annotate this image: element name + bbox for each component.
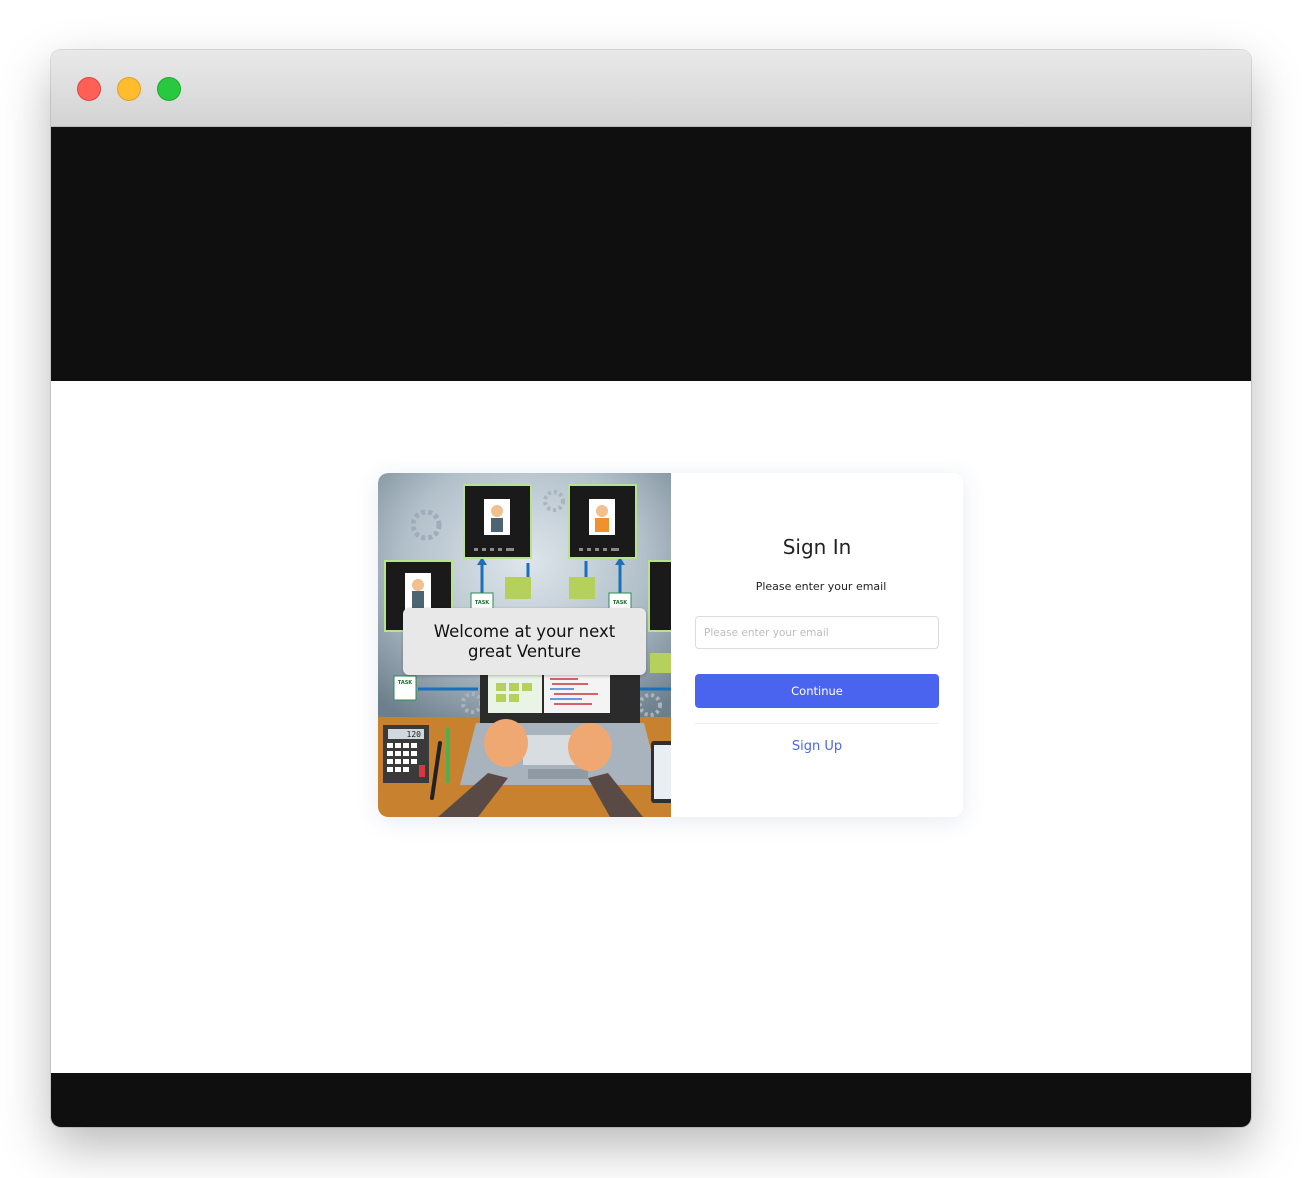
signin-subtitle: Please enter your email	[755, 580, 887, 593]
close-icon[interactable]	[77, 77, 101, 101]
divider	[695, 723, 939, 724]
email-field[interactable]	[695, 616, 939, 649]
page-title: Sign In	[782, 535, 852, 559]
maximize-icon[interactable]	[157, 77, 181, 101]
continue-button[interactable]: Continue	[695, 674, 939, 708]
page-content: TASK TASK TASK 120 Welcome at your next …	[51, 381, 1251, 1073]
remote-work-illustration: TASK TASK TASK 120 Welcome at your next …	[378, 473, 671, 817]
window-titlebar	[51, 50, 1251, 127]
browser-window: TASK TASK TASK 120 Welcome at your next …	[51, 50, 1251, 1127]
task-label: TASK	[398, 680, 413, 686]
signin-card: TASK TASK TASK 120 Welcome at your next …	[378, 473, 963, 817]
signup-link[interactable]: Sign Up	[671, 739, 963, 754]
header-band	[51, 127, 1251, 381]
welcome-message: Welcome at your next great Venture	[403, 608, 646, 675]
minimize-icon[interactable]	[117, 77, 141, 101]
signin-form: Sign In Please enter your email Continue…	[671, 473, 963, 817]
task-label: TASK	[613, 600, 628, 606]
calculator-display: 120	[407, 730, 422, 739]
task-label: TASK	[475, 600, 490, 606]
footer-band	[51, 1073, 1251, 1127]
